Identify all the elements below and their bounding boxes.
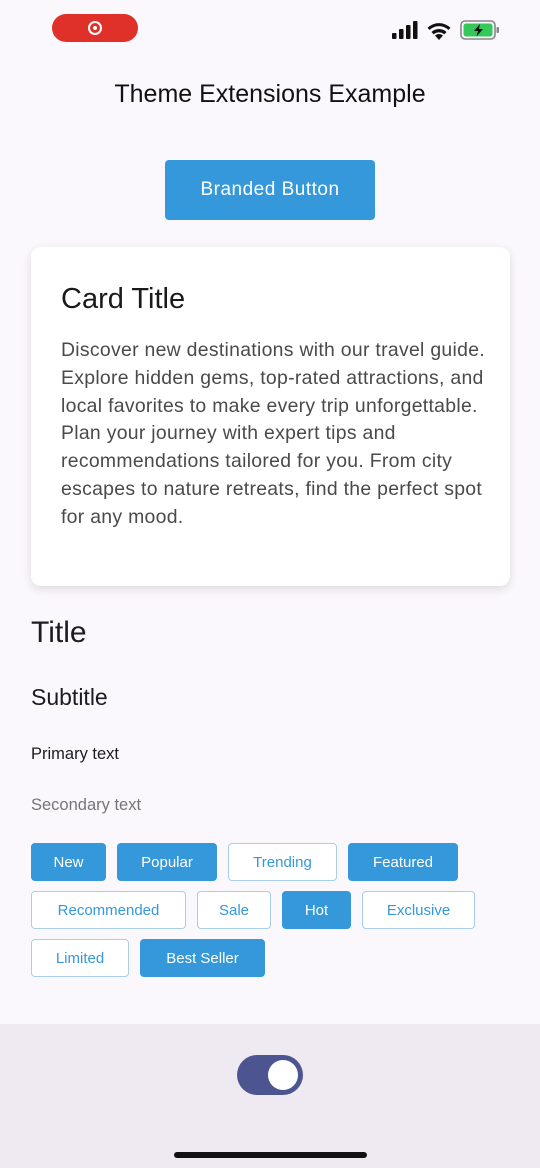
home-indicator (174, 1152, 367, 1158)
screen-recording-indicator[interactable] (52, 14, 138, 42)
status-icons (392, 20, 500, 40)
chip-exclusive[interactable]: Exclusive (362, 891, 475, 929)
chip-trending[interactable]: Trending (228, 843, 337, 881)
status-bar (0, 0, 540, 60)
title-text: Title (31, 616, 87, 649)
chip-new[interactable]: New (31, 843, 106, 881)
secondary-text: Secondary text (31, 796, 142, 814)
branded-button[interactable]: Branded Button (165, 160, 375, 220)
theme-toggle-switch[interactable] (237, 1055, 303, 1095)
card-title: Card Title (61, 283, 186, 315)
chip-featured[interactable]: Featured (348, 843, 458, 881)
toggle-knob (268, 1060, 298, 1090)
wifi-icon (427, 22, 451, 40)
chip-hot[interactable]: Hot (282, 891, 351, 929)
primary-text: Primary text (31, 745, 120, 763)
cellular-signal-icon (392, 21, 418, 39)
card: Card Title Discover new destinations wit… (31, 247, 510, 586)
chip-popular[interactable]: Popular (117, 843, 217, 881)
chip-sale[interactable]: Sale (197, 891, 271, 929)
record-icon (88, 21, 102, 35)
chip-recommended[interactable]: Recommended (31, 891, 186, 929)
card-body: Discover new destinations with our trave… (61, 339, 485, 528)
subtitle-text: Subtitle (31, 684, 108, 710)
battery-charging-icon (460, 20, 499, 40)
app-bar-title: Theme Extensions Example (114, 80, 426, 108)
chip-limited[interactable]: Limited (31, 939, 129, 977)
bottom-bar (0, 1024, 540, 1168)
chip-best-seller[interactable]: Best Seller (140, 939, 265, 977)
